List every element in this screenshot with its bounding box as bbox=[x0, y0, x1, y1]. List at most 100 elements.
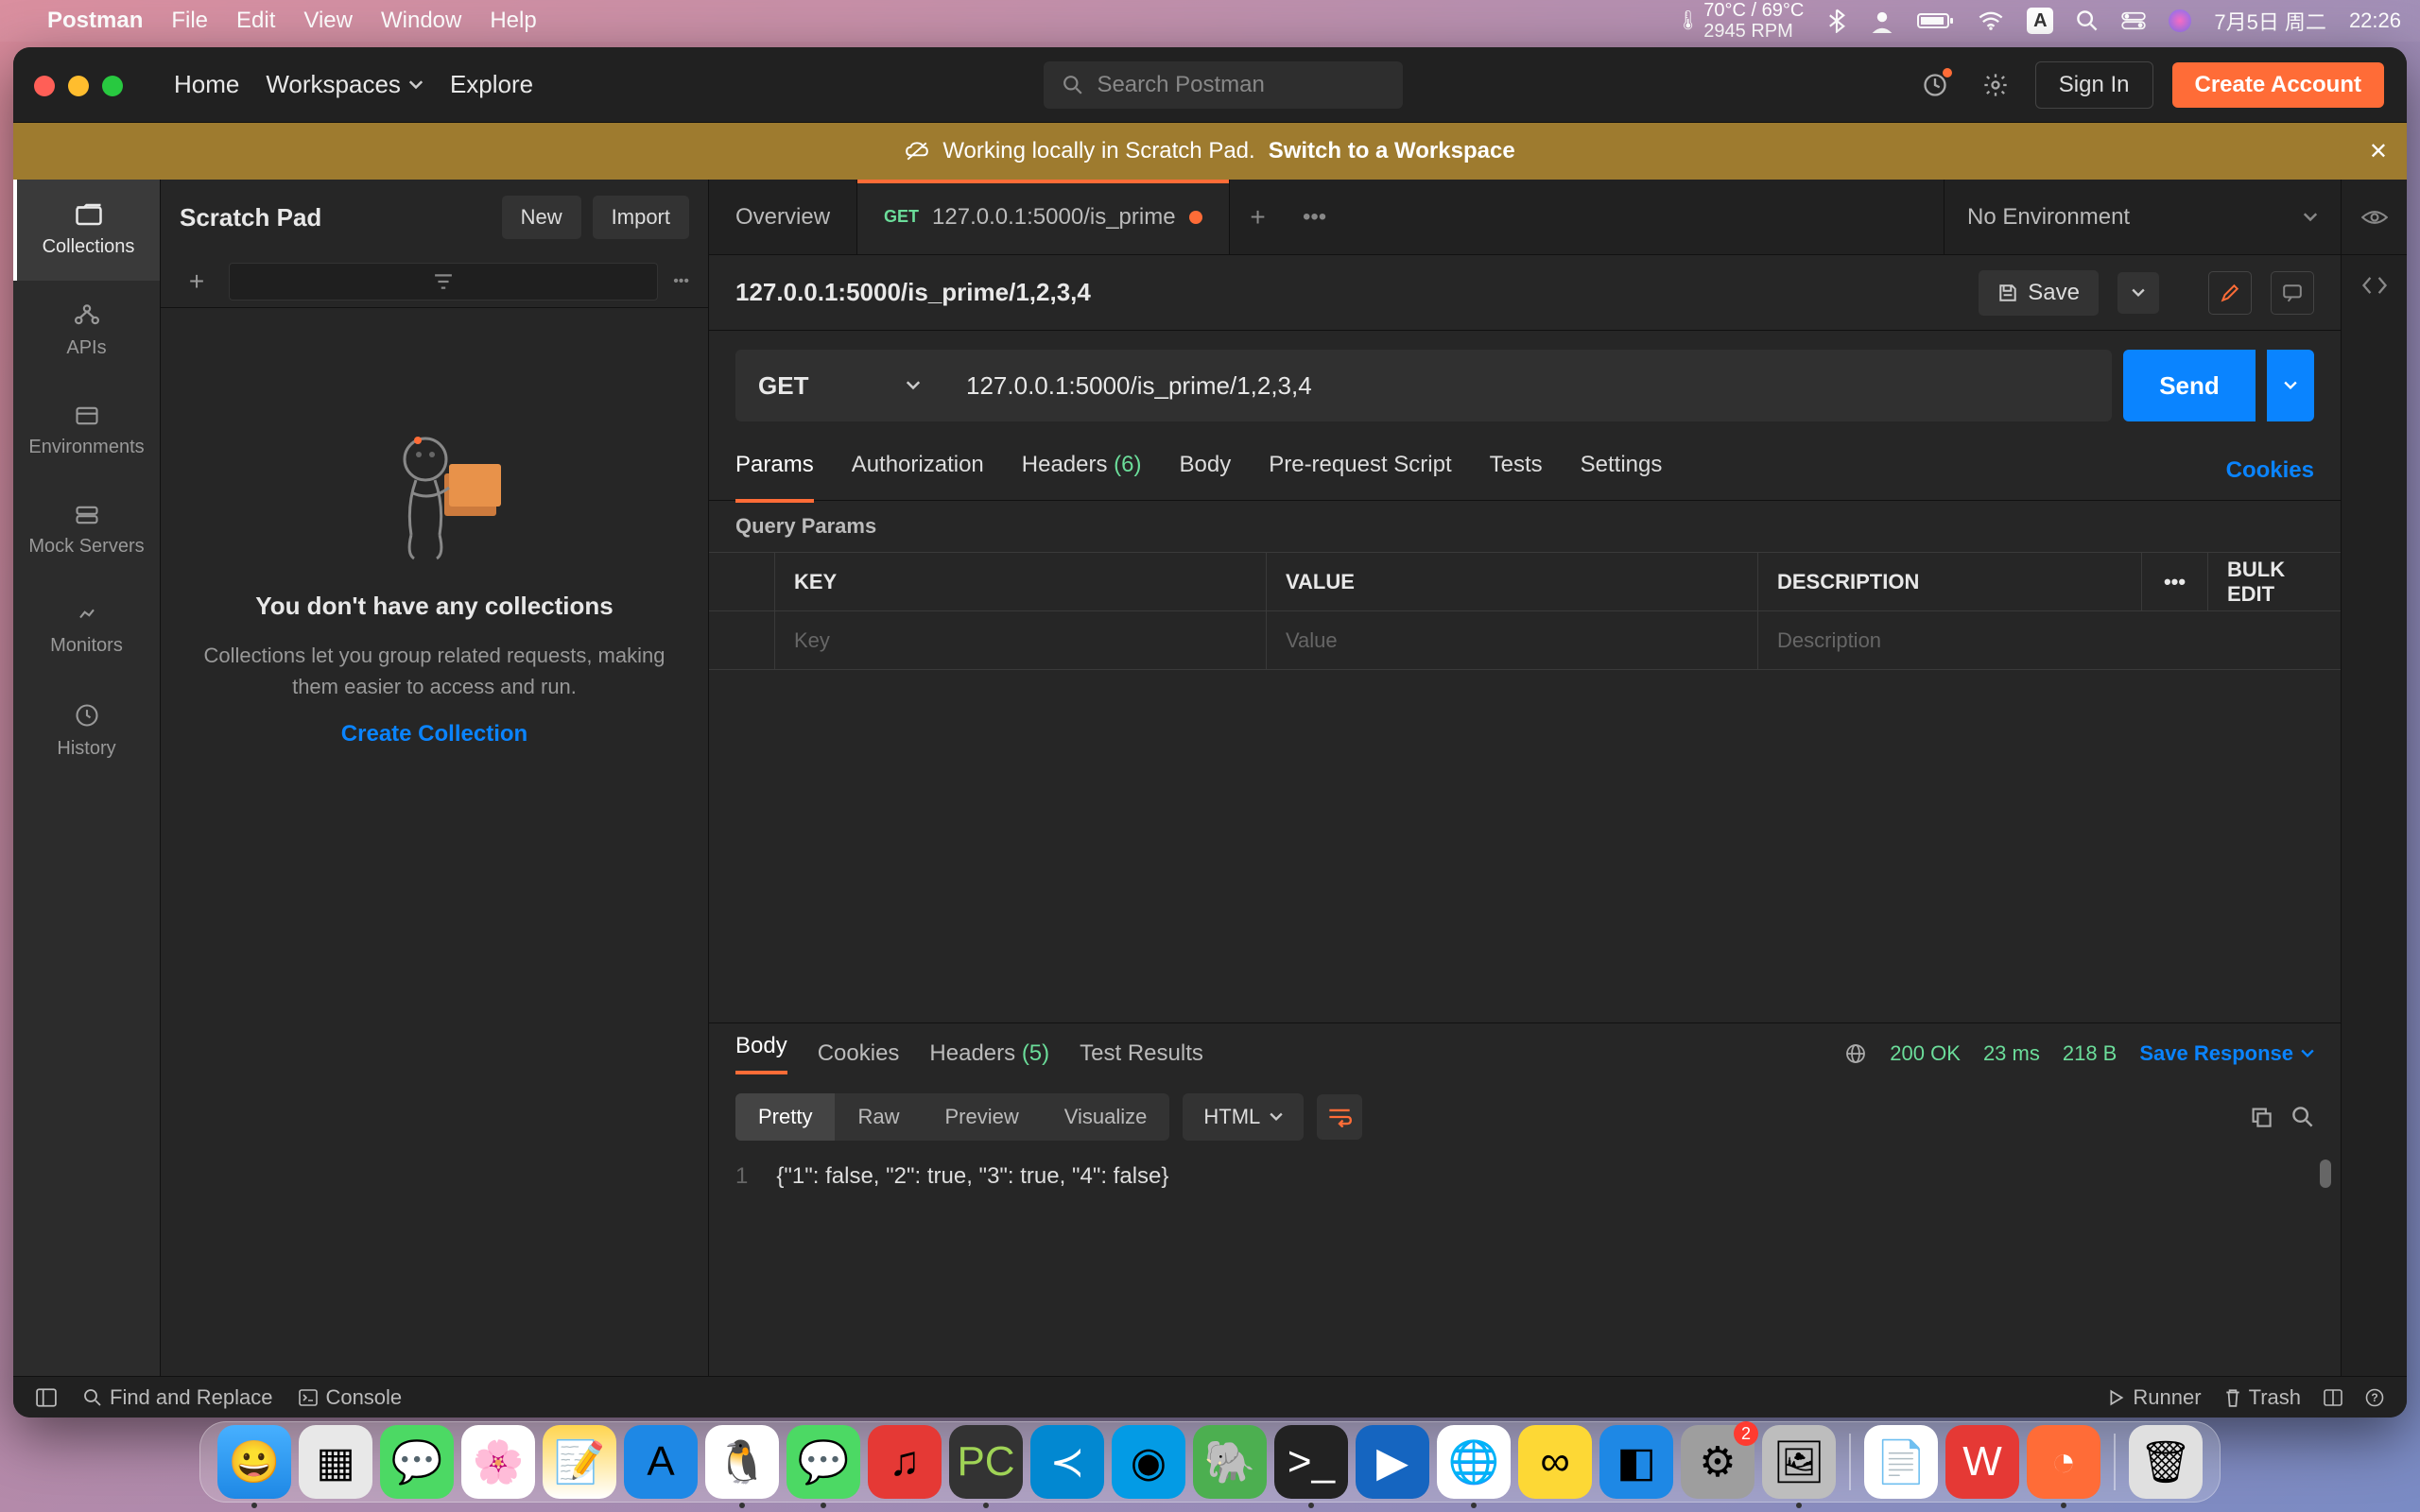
response-body[interactable]: 1 {"1": false, "2": true, "3": true, "4"… bbox=[709, 1150, 2341, 1376]
user-icon[interactable] bbox=[1870, 9, 1894, 33]
comment-button[interactable] bbox=[2271, 271, 2314, 315]
sync-button[interactable] bbox=[1914, 64, 1956, 106]
mode-visualize[interactable]: Visualize bbox=[1042, 1093, 1170, 1141]
two-pane-button[interactable] bbox=[2324, 1389, 2342, 1406]
dock-appstore[interactable]: A bbox=[624, 1425, 698, 1499]
dock-preview[interactable]: 🖼 bbox=[1762, 1425, 1836, 1499]
environment-preview-button[interactable] bbox=[2341, 180, 2407, 254]
response-tab-tests[interactable]: Test Results bbox=[1080, 1040, 1203, 1067]
tab-prerequest[interactable]: Pre-request Script bbox=[1269, 452, 1451, 490]
vertical-scrollbar[interactable] bbox=[2320, 1160, 2331, 1188]
globe-icon[interactable] bbox=[1844, 1042, 1867, 1065]
response-tab-headers[interactable]: Headers (5) bbox=[929, 1040, 1049, 1067]
find-replace-button[interactable]: Find and Replace bbox=[83, 1385, 272, 1410]
dock-textedit[interactable]: 📄 bbox=[1864, 1425, 1938, 1499]
send-dropdown-button[interactable] bbox=[2267, 350, 2314, 421]
dock-evernote[interactable]: 🐘 bbox=[1193, 1425, 1267, 1499]
sidebar-environments[interactable]: Environments bbox=[13, 382, 160, 481]
edit-button[interactable] bbox=[2208, 271, 2252, 315]
param-row-checkbox[interactable] bbox=[709, 611, 775, 669]
nav-workspaces[interactable]: Workspaces bbox=[266, 70, 424, 99]
dock-app-yellow[interactable]: ∞ bbox=[1518, 1425, 1592, 1499]
date[interactable]: 7月5日 周二 bbox=[2214, 6, 2326, 36]
environment-select[interactable]: No Environment bbox=[1944, 180, 2341, 254]
params-options-button[interactable]: ••• bbox=[2142, 553, 2208, 610]
time[interactable]: 22:26 bbox=[2349, 9, 2401, 33]
dock-photos[interactable]: 🌸 bbox=[461, 1425, 535, 1499]
new-button[interactable]: New bbox=[502, 196, 581, 239]
dock-tencent-meeting[interactable]: ◉ bbox=[1112, 1425, 1185, 1499]
dock-notes[interactable]: 📝 bbox=[543, 1425, 616, 1499]
search-response-button[interactable] bbox=[2291, 1106, 2314, 1128]
signin-button[interactable]: Sign In bbox=[2035, 61, 2153, 109]
minimize-window-button[interactable] bbox=[68, 76, 89, 96]
bluetooth-icon[interactable] bbox=[1826, 9, 1847, 33]
param-value-input[interactable]: Value bbox=[1267, 611, 1758, 669]
console-button[interactable]: Console bbox=[299, 1385, 402, 1410]
tab-body[interactable]: Body bbox=[1180, 452, 1232, 490]
tab-more-button[interactable]: ••• bbox=[1287, 180, 1343, 254]
tab-authorization[interactable]: Authorization bbox=[852, 452, 984, 490]
dock-trash[interactable]: 🗑 bbox=[2129, 1425, 2203, 1499]
sidebar-toggle-button[interactable] bbox=[36, 1388, 57, 1407]
wrap-toggle-button[interactable] bbox=[1317, 1094, 1362, 1140]
sidebar-more-button[interactable]: ••• bbox=[673, 273, 689, 290]
menu-window[interactable]: Window bbox=[381, 8, 461, 34]
dock-postman[interactable]: ◔ bbox=[2027, 1425, 2100, 1499]
dock-media-player[interactable]: ▶ bbox=[1356, 1425, 1429, 1499]
input-source[interactable]: A bbox=[2027, 8, 2053, 34]
help-button[interactable]: ? bbox=[2365, 1388, 2384, 1407]
response-tab-body[interactable]: Body bbox=[735, 1033, 787, 1074]
sidebar-collections[interactable]: Collections bbox=[13, 180, 160, 281]
create-account-button[interactable]: Create Account bbox=[2172, 62, 2384, 108]
save-response-button[interactable]: Save Response bbox=[2139, 1041, 2314, 1066]
bulk-edit-button[interactable]: Bulk Edit bbox=[2208, 553, 2341, 610]
filter-input[interactable] bbox=[229, 263, 658, 301]
spotlight-icon[interactable] bbox=[2076, 9, 2099, 32]
url-input[interactable]: 127.0.0.1:5000/is_prime/1,2,3,4 bbox=[943, 350, 2112, 421]
nav-explore[interactable]: Explore bbox=[450, 70, 533, 99]
params-select-all[interactable] bbox=[709, 553, 775, 610]
temperature-widget[interactable]: 🌡 70°C / 69°C 2945 RPM bbox=[1676, 0, 1804, 42]
mode-pretty[interactable]: Pretty bbox=[735, 1093, 835, 1141]
dock-chrome[interactable]: 🌐 bbox=[1437, 1425, 1511, 1499]
tab-tests[interactable]: Tests bbox=[1490, 452, 1543, 490]
copy-response-button[interactable] bbox=[2250, 1106, 2273, 1128]
switch-workspace-link[interactable]: Switch to a Workspace bbox=[1269, 138, 1515, 164]
dock-settings[interactable]: ⚙2 bbox=[1681, 1425, 1754, 1499]
method-select[interactable]: GET bbox=[735, 350, 943, 421]
app-name[interactable]: Postman bbox=[47, 8, 143, 34]
param-desc-input[interactable]: Description bbox=[1758, 611, 2341, 669]
search-input[interactable]: Search Postman bbox=[1044, 61, 1403, 109]
dock-terminal[interactable]: >_ bbox=[1274, 1425, 1348, 1499]
add-tab-button[interactable]: + bbox=[1230, 180, 1287, 254]
save-button[interactable]: Save bbox=[1979, 270, 2099, 316]
format-select[interactable]: HTML bbox=[1183, 1093, 1304, 1141]
import-button[interactable]: Import bbox=[593, 196, 689, 239]
code-snippet-button[interactable] bbox=[2360, 274, 2389, 297]
dock-pycharm[interactable]: PC bbox=[949, 1425, 1023, 1499]
dock-netease[interactable]: ♫ bbox=[868, 1425, 942, 1499]
sidebar-apis[interactable]: APIs bbox=[13, 281, 160, 382]
tab-settings[interactable]: Settings bbox=[1581, 452, 1663, 490]
param-key-input[interactable]: Key bbox=[775, 611, 1267, 669]
dock-app-blue[interactable]: ◧ bbox=[1599, 1425, 1673, 1499]
dock-launchpad[interactable]: ▦ bbox=[299, 1425, 372, 1499]
sidebar-mock-servers[interactable]: Mock Servers bbox=[13, 481, 160, 580]
tab-overview[interactable]: Overview bbox=[709, 180, 857, 254]
nav-home[interactable]: Home bbox=[174, 70, 239, 99]
menu-view[interactable]: View bbox=[303, 8, 353, 34]
maximize-window-button[interactable] bbox=[102, 76, 123, 96]
siri-icon[interactable] bbox=[2169, 9, 2191, 32]
save-dropdown-button[interactable] bbox=[2118, 272, 2159, 314]
trash-button[interactable]: Trash bbox=[2224, 1385, 2301, 1410]
sidebar-history[interactable]: History bbox=[13, 679, 160, 782]
control-center-icon[interactable] bbox=[2121, 11, 2146, 30]
dock-wps[interactable]: W bbox=[1945, 1425, 2019, 1499]
battery-icon[interactable] bbox=[1917, 11, 1955, 30]
mode-raw[interactable]: Raw bbox=[835, 1093, 922, 1141]
dock-messages[interactable]: 💬 bbox=[380, 1425, 454, 1499]
settings-button[interactable] bbox=[1975, 64, 2016, 106]
create-collection-link[interactable]: Create Collection bbox=[341, 721, 527, 747]
tab-request[interactable]: GET 127.0.0.1:5000/is_prime bbox=[857, 180, 1230, 254]
